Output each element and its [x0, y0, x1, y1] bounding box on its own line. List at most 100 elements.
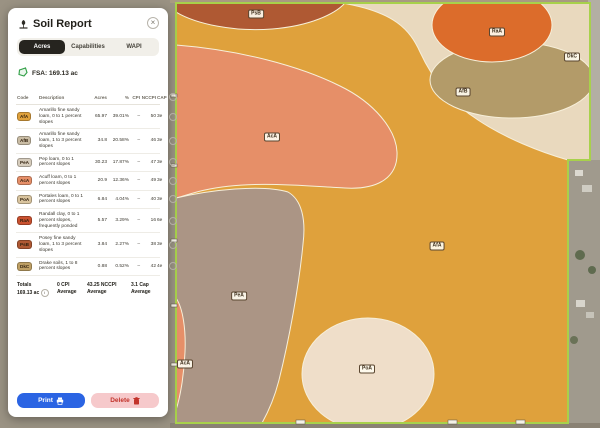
soil-description: Posey fine sandy loam, 1 to 3 percent sl…	[39, 236, 89, 253]
soil-code-badge: AcA	[17, 176, 32, 185]
delete-button-label: Delete	[110, 397, 130, 404]
soil-acres: 0.88	[90, 264, 107, 269]
tab-bar: Acres Capabilities WAPI	[17, 38, 159, 56]
soil-polygon-layer	[176, 0, 594, 428]
col-percent: %	[108, 95, 129, 100]
building	[582, 185, 592, 192]
totals-acres: Totals 169.13 ac i	[17, 282, 57, 297]
soil-nccpi: 49	[141, 178, 156, 183]
soil-nccpi: 42	[141, 264, 156, 269]
soil-cpi: –	[130, 160, 140, 165]
survey-marker	[516, 420, 525, 424]
soil-code-badge: AfB	[17, 136, 31, 145]
info-icon[interactable]: i	[169, 241, 177, 249]
print-button-label: Print	[38, 397, 53, 404]
table-header: Code Description Acres % CPI NCCPI CAP i	[16, 91, 160, 105]
soil-description: Amarillo fine sandy loam, 1 to 3 percent…	[39, 132, 89, 149]
info-icon[interactable]: i	[169, 177, 177, 185]
soil-percent: 17.87%	[108, 160, 129, 165]
col-description: Description	[39, 95, 89, 100]
soil-code-badge: PoA	[17, 195, 32, 204]
info-icon[interactable]: i	[169, 113, 177, 121]
totals-cpi: 0 CPI Average	[57, 282, 87, 297]
soil-code-badge: PeA	[17, 158, 32, 167]
panel-header: Soil Report ×	[18, 18, 158, 30]
table-row[interactable]: PeA Pep loam, 0 to 1 percent slopes 30.2…	[16, 154, 160, 173]
table-row[interactable]: AfB Amarillo fine sandy loam, 1 to 3 per…	[16, 129, 160, 153]
col-cpi: CPI	[130, 95, 140, 100]
soil-acres: 3.84	[90, 242, 107, 247]
soil-report-panel: Soil Report × Acres Capabilities WAPI FS…	[8, 8, 168, 417]
panel-actions: Print Delete	[17, 393, 159, 408]
col-acres: Acres	[90, 95, 107, 100]
tab-capabilities[interactable]: Capabilities	[65, 40, 111, 54]
soil-cap: 3e	[157, 197, 168, 202]
info-icon[interactable]: i	[169, 217, 177, 225]
soil-description: Portales loam, 0 to 1 percent slopes	[39, 194, 89, 206]
info-icon[interactable]: i	[169, 93, 177, 101]
soil-cap: 4e	[157, 264, 168, 269]
soil-description: Acuff loam, 0 to 1 percent slopes	[39, 175, 89, 187]
survey-marker	[296, 420, 305, 424]
info-icon[interactable]: i	[41, 289, 49, 297]
soil-percent: 4.04%	[108, 197, 129, 202]
soil-acres: 30.23	[90, 160, 107, 165]
soil-code-badge: AfA	[17, 112, 31, 121]
soil-cpi: –	[130, 197, 140, 202]
col-code: Code	[17, 95, 38, 100]
fsa-field-row: FSA: 169.13 ac	[18, 64, 158, 82]
printer-icon	[56, 397, 64, 405]
table-row[interactable]: PoA Portales loam, 0 to 1 percent slopes…	[16, 191, 160, 210]
table-row[interactable]: RaA Randall clay, 0 to 1 percent slopes,…	[16, 209, 160, 233]
soil-cpi: –	[130, 218, 140, 223]
close-button[interactable]: ×	[147, 17, 159, 29]
soil-percent: 39.01%	[108, 114, 129, 119]
soil-nccpi: 50	[141, 114, 156, 119]
table-row[interactable]: AcA Acuff loam, 0 to 1 percent slopes 20…	[16, 172, 160, 191]
soil-acres: 20.9	[90, 178, 107, 183]
soil-code-badge: RaA	[17, 216, 32, 225]
soil-acres: 5.57	[90, 218, 107, 223]
table-row[interactable]: DkC Drake soils, 1 to 8 percent slopes 0…	[16, 258, 160, 277]
building	[576, 300, 585, 307]
soil-cpi: –	[130, 242, 140, 247]
soil-acres: 34.8	[90, 138, 107, 143]
col-cap: CAP	[157, 95, 168, 100]
soil-description: Amarillo fine sandy loam, 0 to 1 percent…	[39, 108, 89, 125]
soil-cap: 3e	[157, 242, 168, 247]
soil-nccpi: 46	[141, 138, 156, 143]
soil-cpi: –	[130, 138, 140, 143]
soil-percent: 12.36%	[108, 178, 129, 183]
soil-percent: 2.27%	[108, 242, 129, 247]
survey-marker	[171, 363, 177, 366]
delete-button[interactable]: Delete	[91, 393, 159, 408]
app-window: PsBRaADkCAfBAcAAfAPeAPoAAcA Soil Report …	[0, 0, 600, 428]
soil-cap: 6e	[157, 218, 168, 223]
tab-wapi[interactable]: WAPI	[111, 40, 157, 54]
soil-cap: 3e	[157, 138, 168, 143]
tab-acres[interactable]: Acres	[19, 40, 65, 54]
soil-percent: 20.58%	[108, 138, 129, 143]
table-row[interactable]: PsB Posey fine sandy loam, 1 to 3 percen…	[16, 233, 160, 257]
survey-marker	[171, 304, 177, 307]
table-row[interactable]: AfA Amarillo fine sandy loam, 0 to 1 per…	[16, 105, 160, 129]
aerial-farmstead-strip	[568, 160, 600, 428]
building	[575, 170, 583, 176]
info-icon[interactable]: i	[169, 137, 177, 145]
survey-marker	[448, 420, 457, 424]
soil-description: Randall clay, 0 to 1 percent slopes, fre…	[39, 212, 89, 229]
soil-acres: 65.97	[90, 114, 107, 119]
soil-nccpi: 40	[141, 197, 156, 202]
col-nccpi: NCCPI	[141, 95, 156, 100]
soil-cap: 3e	[157, 160, 168, 165]
soil-code-badge: DkC	[17, 262, 32, 271]
print-button[interactable]: Print	[17, 393, 85, 408]
totals-cap: 3.1 Cap Average	[131, 282, 161, 297]
soil-nccpi: 16	[141, 218, 156, 223]
soil-cpi: –	[130, 114, 140, 119]
soil-nccpi: 38	[141, 242, 156, 247]
soil-cpi: –	[130, 264, 140, 269]
soil-table-body: AfA Amarillo fine sandy loam, 0 to 1 per…	[16, 105, 160, 276]
totals-row: Totals 169.13 ac i 0 CPI Average 43.25 N…	[16, 282, 160, 297]
building	[586, 312, 594, 318]
